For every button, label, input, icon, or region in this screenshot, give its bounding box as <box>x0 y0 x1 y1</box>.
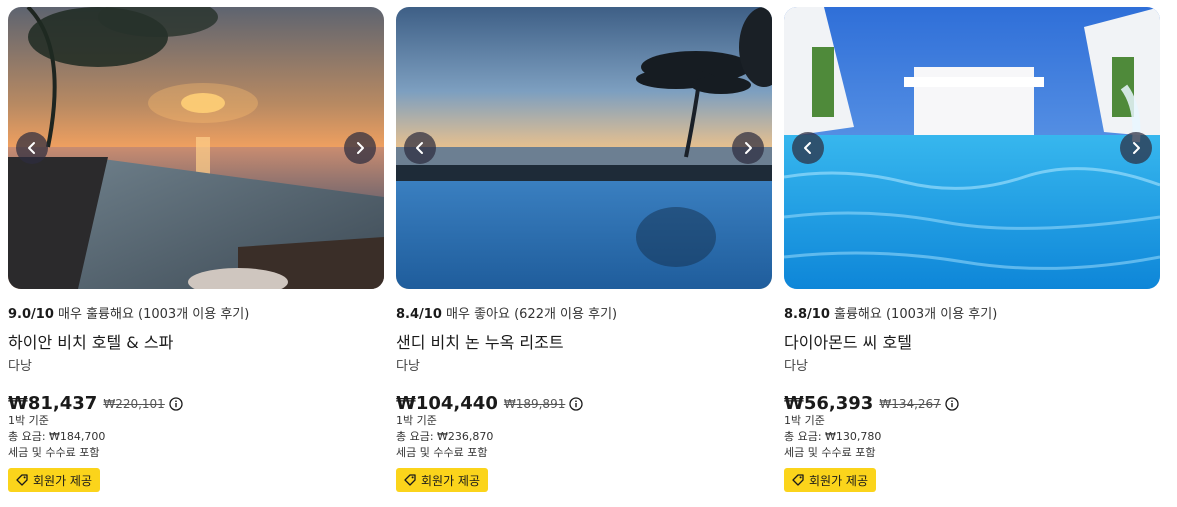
chevron-right-icon <box>745 142 752 154</box>
rating: 9.0/10 매우 훌륭해요 (1003개 이용 후기) <box>8 303 249 322</box>
next-photo-button[interactable] <box>1120 132 1152 164</box>
hotel-name[interactable]: 다이아몬드 씨 호텔 <box>784 329 912 353</box>
current-price: ₩104,440 <box>396 393 498 414</box>
hotel-name[interactable]: 샌디 비치 논 누옥 리조트 <box>396 329 564 353</box>
prev-photo-button[interactable] <box>16 132 48 164</box>
hotel-photo[interactable] <box>396 7 772 289</box>
hotel-photo-carousel[interactable] <box>8 7 384 289</box>
hotel-card[interactable]: 9.0/10 매우 훌륭해요 (1003개 이용 후기) 하이안 비치 호텔 &… <box>8 7 384 492</box>
next-photo-button[interactable] <box>732 132 764 164</box>
rating-score: 9.0/10 <box>8 307 54 322</box>
rating-score: 8.8/10 <box>784 307 830 322</box>
original-price: ₩134,267 <box>879 396 941 411</box>
hotel-city: 다낭 <box>784 359 808 374</box>
hotel-photo[interactable] <box>784 7 1160 289</box>
rating: 8.8/10 훌륭해요 (1003개 이용 후기) <box>784 303 997 322</box>
rating-text: 훌륭해요 (1003개 이용 후기) <box>834 307 998 322</box>
price-row: ₩81,437 ₩220,101 <box>8 393 183 414</box>
total-price: 총 요금: ₩236,870 <box>396 430 494 443</box>
member-price-badge: 회원가 제공 <box>784 468 877 492</box>
badge-label: 회원가 제공 <box>809 473 869 488</box>
member-price-badge: 회원가 제공 <box>8 468 101 492</box>
tag-icon <box>16 474 28 486</box>
prev-photo-button[interactable] <box>792 132 824 164</box>
chevron-right-icon <box>1133 142 1140 154</box>
original-price: ₩189,891 <box>503 396 566 411</box>
rating-text: 매우 훌륭해요 (1003개 이용 후기) <box>58 307 250 322</box>
chevron-right-icon <box>357 142 364 154</box>
rating: 8.4/10 매우 좋아요 (622개 이용 후기) <box>396 303 617 322</box>
badge-label: 회원가 제공 <box>421 473 481 488</box>
per-night-label: 1박 기준 <box>396 414 437 427</box>
info-icon[interactable] <box>169 396 183 411</box>
hotel-city: 다낭 <box>8 359 32 374</box>
tag-icon <box>792 474 804 486</box>
total-price: 총 요금: ₩184,700 <box>8 430 106 443</box>
hotel-photo-carousel[interactable] <box>784 7 1160 289</box>
per-night-label: 1박 기준 <box>784 414 825 427</box>
price-row: ₩56,393 ₩134,267 <box>784 393 959 414</box>
hotel-photo-carousel[interactable] <box>396 7 772 289</box>
hotel-city: 다낭 <box>396 359 420 374</box>
tax-note: 세금 및 수수료 포함 <box>396 446 488 459</box>
price-row: ₩104,440 ₩189,891 <box>396 393 583 414</box>
per-night-label: 1박 기준 <box>8 414 49 427</box>
badge-label: 회원가 제공 <box>33 473 93 488</box>
current-price: ₩81,437 <box>8 393 98 414</box>
chevron-left-icon <box>804 142 811 154</box>
next-photo-button[interactable] <box>344 132 376 164</box>
prev-photo-button[interactable] <box>404 132 436 164</box>
hotel-photo[interactable] <box>8 7 384 289</box>
hotel-card[interactable]: 8.4/10 매우 좋아요 (622개 이용 후기) 샌디 비치 논 누옥 리조… <box>396 7 772 492</box>
tax-note: 세금 및 수수료 포함 <box>8 446 100 459</box>
info-icon[interactable] <box>945 396 959 411</box>
total-price: 총 요금: ₩130,780 <box>784 430 882 443</box>
tag-icon <box>404 474 416 486</box>
info-icon[interactable] <box>569 396 583 411</box>
tax-note: 세금 및 수수료 포함 <box>784 446 876 459</box>
rating-score: 8.4/10 <box>396 307 442 322</box>
chevron-left-icon <box>28 142 35 154</box>
current-price: ₩56,393 <box>784 393 874 414</box>
chevron-left-icon <box>416 142 423 154</box>
rating-text: 매우 좋아요 (622개 이용 후기) <box>446 307 618 322</box>
hotel-card[interactable]: 8.8/10 훌륭해요 (1003개 이용 후기) 다이아몬드 씨 호텔 다낭 … <box>784 7 1160 492</box>
hotel-name[interactable]: 하이안 비치 호텔 & 스파 <box>8 329 173 353</box>
original-price: ₩220,101 <box>103 396 165 411</box>
member-price-badge: 회원가 제공 <box>396 468 489 492</box>
